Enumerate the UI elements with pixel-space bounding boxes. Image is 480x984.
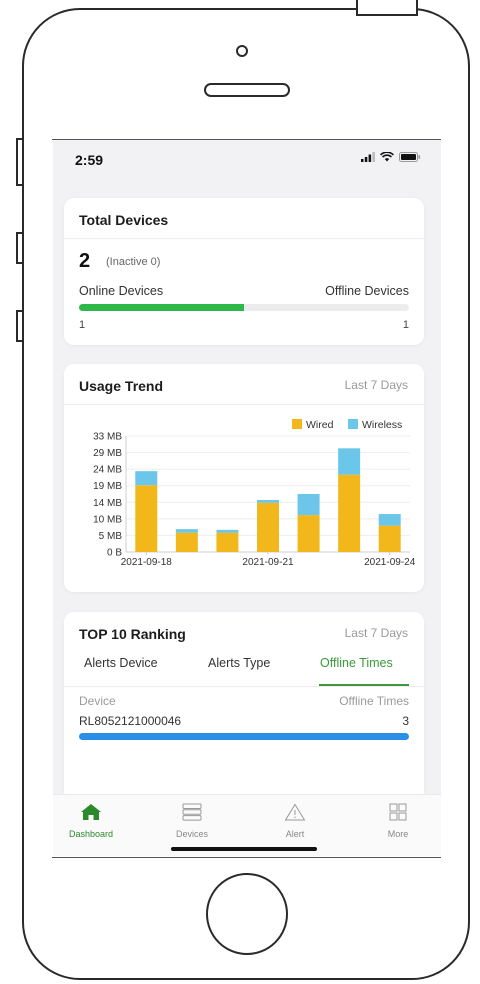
bar-wireless: [378, 514, 401, 526]
y-tick-label: 10 MB: [93, 514, 122, 525]
column-header-device: Device: [79, 694, 116, 708]
volume-up-button: [16, 232, 22, 264]
home-icon: [81, 804, 101, 820]
home-button[interactable]: [206, 873, 288, 955]
online-ratio-fill: [79, 304, 244, 311]
x-tick-label: 2021-09-24: [364, 557, 416, 568]
online-devices-value: 1: [79, 319, 86, 331]
y-tick-label: 14 MB: [93, 498, 122, 509]
bar-wired: [257, 502, 279, 552]
usage-trend-card: Usage Trend Last 7 Days 33 MB 29 MB 24 MB 1…: [64, 364, 424, 592]
usage-trend-chart: 33 MB29 MB24 MB19 MB14 MB10 MB5 MB0 B202…: [93, 419, 416, 568]
inactive-count: (Inactive 0): [106, 256, 161, 268]
legend-swatch: [348, 419, 358, 429]
top10-ranking-card: TOP 10 Ranking Last 7 Days Alerts Device…: [64, 612, 424, 802]
status-time: 2:59: [75, 152, 104, 168]
card-divider: [64, 404, 424, 405]
y-tick-label: 33 MB: [93, 432, 122, 443]
tab-devices[interactable]: Devices: [157, 803, 227, 839]
bar-wired: [378, 525, 401, 552]
y-tick-label: 19 MB: [93, 481, 122, 492]
tab-label: Devices: [175, 829, 208, 839]
legend-label: Wireless: [362, 419, 402, 431]
y-tick-label: 29 MB: [93, 448, 122, 459]
tab-divider: [64, 686, 424, 687]
online-devices-label: Online Devices: [79, 284, 164, 298]
tab-label: Dashboard: [68, 829, 114, 839]
bar-wired: [175, 532, 198, 552]
ranking-offline-count: 3: [402, 714, 409, 728]
bar-wired: [297, 515, 320, 552]
warning-icon: [284, 803, 306, 821]
bar-wireless: [135, 471, 158, 486]
tab-alerts-device[interactable]: Alerts Device: [84, 656, 158, 670]
server-icon: [182, 803, 202, 821]
ranking-bar: [79, 733, 409, 740]
card-title: TOP 10 Ranking: [79, 626, 186, 642]
status-icons: [361, 152, 421, 162]
ranking-device-id[interactable]: RL8052121000046: [79, 714, 181, 728]
tab-dashboard[interactable]: Dashboard: [56, 803, 126, 839]
bar-wired: [216, 532, 239, 552]
bar-wired: [135, 485, 158, 552]
grid-icon: [389, 803, 407, 821]
tab-label: Alert: [285, 829, 305, 839]
y-tick-label: 5 MB: [99, 531, 123, 542]
bar-wireless: [338, 448, 361, 475]
bar-wired: [338, 474, 361, 552]
x-tick-label: 2021-09-21: [242, 557, 294, 568]
screen-bottom-edge: [52, 857, 441, 858]
status-bar: 2:59: [53, 140, 441, 184]
bar-wireless: [297, 494, 320, 516]
battery-icon: [399, 152, 421, 162]
home-indicator: [171, 847, 317, 851]
active-tab-indicator: [319, 684, 409, 686]
tab-label: More: [387, 829, 409, 839]
wifi-icon: [380, 152, 394, 162]
card-title: Usage Trend: [79, 378, 164, 394]
tab-more[interactable]: More: [363, 803, 433, 839]
total-devices-card: Total Devices 2 (Inactive 0) Online Devi…: [64, 198, 424, 345]
front-camera: [236, 45, 248, 57]
offline-devices-label: Offline Devices: [325, 284, 409, 298]
bar-wireless: [175, 529, 198, 533]
tab-alert[interactable]: Alert: [260, 803, 330, 839]
offline-devices-value: 1: [402, 319, 409, 331]
x-tick-label: 2021-09-18: [121, 557, 173, 568]
y-tick-label: 24 MB: [93, 465, 122, 476]
card-title: Total Devices: [79, 212, 169, 228]
app-screen: 2:59 Total Devices 2 (Inactive 0) Online…: [53, 140, 441, 856]
speaker-grill: [204, 83, 290, 97]
volume-down-button: [16, 310, 22, 342]
bar-wireless: [257, 499, 279, 503]
tab-offline-times[interactable]: Offline Times: [320, 656, 393, 670]
online-ratio-bar: [79, 304, 409, 311]
tab-alerts-type[interactable]: Alerts Type: [208, 656, 270, 670]
time-range-label[interactable]: Last 7 Days: [345, 378, 408, 392]
device-count: 2: [79, 250, 91, 272]
column-header-offline-times: Offline Times: [339, 694, 409, 708]
bar-wireless: [216, 529, 239, 533]
legend-swatch: [292, 419, 302, 429]
time-range-label[interactable]: Last 7 Days: [345, 626, 408, 640]
cellular-signal-icon: [361, 152, 375, 162]
card-divider: [64, 238, 424, 239]
mute-switch: [16, 138, 22, 186]
legend-label: Wired: [306, 419, 334, 431]
power-button: [356, 0, 418, 16]
